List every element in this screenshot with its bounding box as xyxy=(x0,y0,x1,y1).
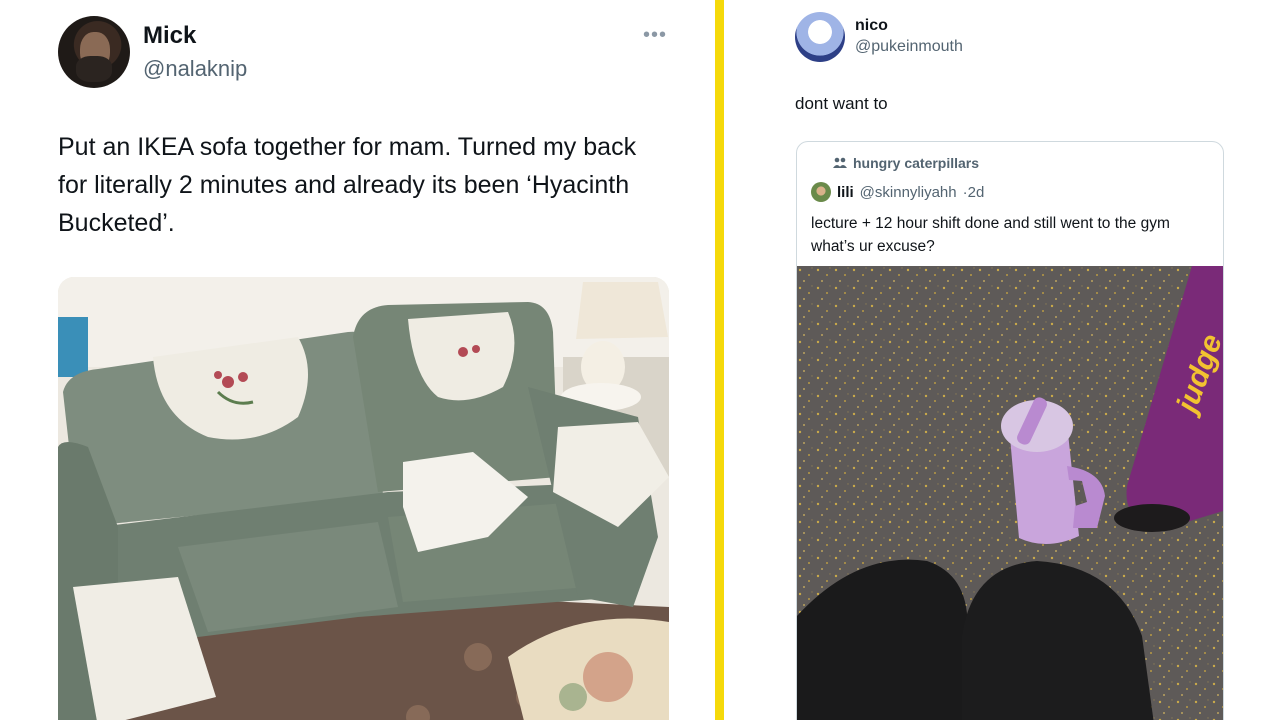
quoted-tweet[interactable]: hungry caterpillars lili @skinnyliyahh ·… xyxy=(796,141,1224,720)
quoted-photo[interactable]: judge xyxy=(797,266,1223,720)
author-handle[interactable]: @pukeinmouth xyxy=(855,38,963,56)
quoted-text: lecture + 12 hour shift done and still w… xyxy=(811,215,1170,255)
tweet-text: dont want to xyxy=(795,94,888,113)
quoted-time: 2d xyxy=(967,183,985,201)
gym-photo: judge xyxy=(797,266,1223,720)
author-name[interactable]: nico xyxy=(855,17,888,35)
author-handle[interactable]: @nalaknip xyxy=(143,56,247,82)
quoted-author-name[interactable]: lili xyxy=(837,184,854,201)
avatar[interactable] xyxy=(795,12,845,62)
quoted-avatar[interactable] xyxy=(811,182,831,202)
tweet-text: Put an IKEA sofa together for mam. Turne… xyxy=(58,133,637,237)
yellow-divider xyxy=(715,0,724,720)
more-dots-icon[interactable]: ••• xyxy=(643,24,667,47)
community-label[interactable]: hungry caterpillars xyxy=(833,155,979,171)
community-name: hungry caterpillars xyxy=(853,155,980,171)
sofa-photo xyxy=(58,277,669,720)
right-tweet: nico @pukeinmouth dont want to hungry ca… xyxy=(724,0,1280,720)
avatar-beard xyxy=(76,56,112,82)
quoted-author-row: lili @skinnyliyahh · 2d xyxy=(811,182,984,202)
author-name[interactable]: Mick xyxy=(143,22,196,50)
community-icon xyxy=(833,157,847,168)
tweet-photo[interactable] xyxy=(58,277,669,720)
quoted-author-handle[interactable]: @skinnyliyahh xyxy=(860,184,957,201)
left-tweet: Mick @nalaknip ••• Put an IKEA sofa toge… xyxy=(0,0,715,720)
avatar[interactable] xyxy=(58,16,130,88)
